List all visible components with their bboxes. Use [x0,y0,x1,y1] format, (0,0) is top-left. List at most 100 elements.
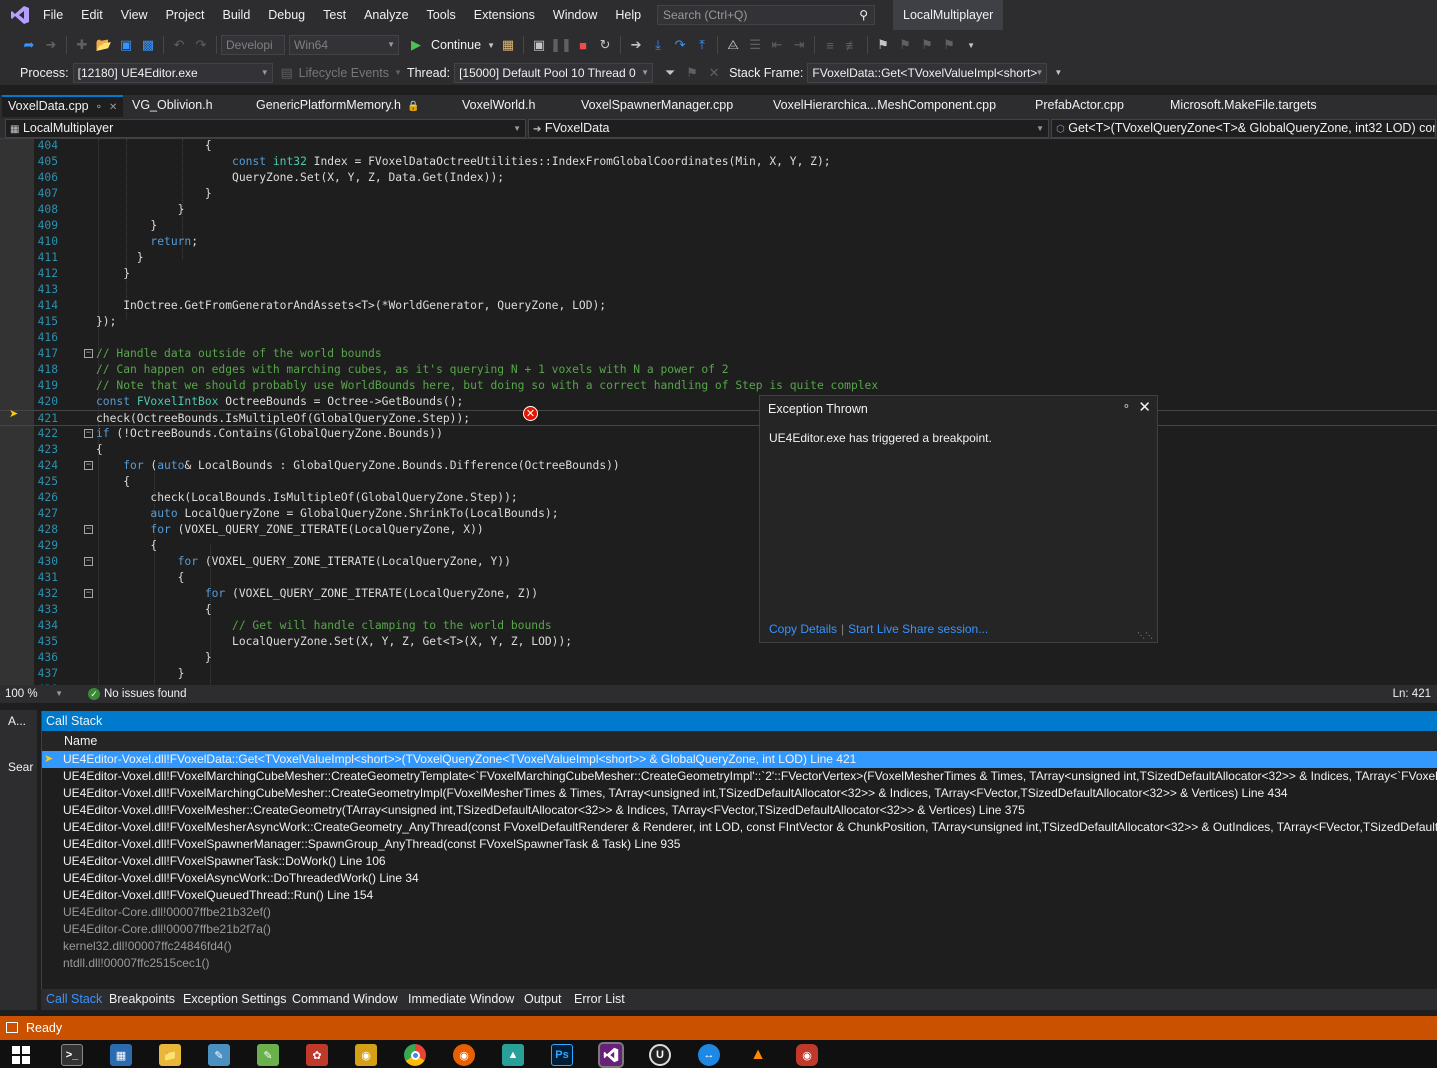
palette-icon[interactable]: ◉ [355,1044,377,1066]
collapse-icon[interactable]: − [84,461,93,470]
navigate-forward-icon[interactable]: ➜ [40,34,62,56]
menu-debug[interactable]: Debug [259,0,314,30]
code-line[interactable]: 422 − if (!OctreeBounds.Contains(GlobalQue… [0,426,1437,442]
autos-tab[interactable]: A... [8,714,26,728]
comment-icon[interactable]: ≡ [819,34,841,56]
code-line[interactable]: 404 { [0,139,1437,154]
call-stack-row[interactable]: UE4Editor-Voxel.dll!FVoxelMesherAsyncWor… [42,819,1437,836]
code-line[interactable]: 411 } [0,250,1437,266]
code-line[interactable]: 433 { [0,602,1437,618]
call-stack-row[interactable]: UE4Editor-Core.dll!00007ffbe21b32ef() [42,904,1437,921]
menu-window[interactable]: Window [544,0,606,30]
next-bookmark-icon[interactable]: ⚑ [916,34,938,56]
toolbar-overflow-icon[interactable]: ▼ [1047,62,1069,84]
tab-breakpoints[interactable]: Breakpoints [109,989,175,1010]
show-next-statement-icon[interactable]: ➔ [625,34,647,56]
code-line[interactable]: 424 − for (auto& LocalBounds : GlobalQuer… [0,458,1437,474]
flag-threads-icon[interactable]: ⚑ [681,62,703,84]
copy-details-link[interactable]: Copy Details [769,622,837,636]
save-icon[interactable]: ▣ [115,34,137,56]
bookmark-icon[interactable]: ⚑ [872,34,894,56]
code-editor[interactable]: 404 {405 const int32 Index = FVoxelDataO… [0,139,1437,685]
project-combo[interactable]: ▦ LocalMultiplayer ▼ [5,119,526,138]
tab-exception-settings[interactable]: Exception Settings [183,989,287,1010]
uncomment-icon[interactable]: ≢ [841,34,863,56]
code-line[interactable]: 410 return; [0,234,1437,250]
notepad-icon[interactable]: ✎ [208,1044,230,1066]
live-share-link[interactable]: Start Live Share session... [848,622,988,636]
attach-process-icon[interactable]: ▦ [497,34,519,56]
code-line[interactable]: 428 − for (VOXEL_QUERY_ZONE_ITERATE(Local… [0,522,1437,538]
call-stack-row[interactable]: UE4Editor-Core.dll!00007ffbe21b2f7a() [42,921,1437,938]
tab-vg-oblivion-h[interactable]: VG_Oblivion.h [126,95,219,117]
menu-view[interactable]: View [112,0,157,30]
tab-voxelworld-h[interactable]: VoxelWorld.h [456,95,541,117]
platform-combo[interactable]: Win64 ▼ [289,35,399,55]
new-project-icon[interactable]: ✚ [71,34,93,56]
lifecycle-events-combo[interactable]: Lifecycle Events [295,66,393,80]
clear-bookmarks-icon[interactable]: ⚑ [938,34,960,56]
call-stack-row[interactable]: UE4Editor-Voxel.dll!FVoxelSpawnerManager… [42,836,1437,853]
restart-icon[interactable]: ↻ [594,34,616,56]
code-line[interactable]: 423 { [0,442,1437,458]
stop-debugging-icon[interactable]: ■ [572,34,594,56]
tab-voxelhierarchical-mesh-cpp[interactable]: VoxelHierarchica...MeshComponent.cpp [767,95,1002,117]
thread-icon[interactable]: ☰ [744,34,766,56]
code-line[interactable]: 430 − for (VOXEL_QUERY_ZONE_ITERATE(Local… [0,554,1437,570]
chevron-down-icon[interactable]: ▼ [485,34,497,56]
process-combo[interactable]: [12180] UE4Editor.exe ▼ [72,62,273,83]
toolbar-overflow-icon[interactable]: ▼ [960,34,982,56]
column-header-name[interactable]: Name [42,731,1437,751]
code-line[interactable]: 434 // Get will handle clamping to the w… [0,618,1437,634]
tab-prefabactor-cpp[interactable]: PrefabActor.cpp [1029,95,1130,117]
menu-tools[interactable]: Tools [418,0,465,30]
configuration-combo[interactable]: Developi [221,35,285,55]
tab-error-list[interactable]: Error List [574,989,625,1010]
menu-extensions[interactable]: Extensions [465,0,544,30]
windows-start-icon[interactable] [10,1044,32,1066]
call-stack-row[interactable]: UE4Editor-Voxel.dll!FVoxelMesher::Create… [42,802,1437,819]
code-line[interactable]: 406 QueryZone.Set(X, Y, Z, Data.Get(Inde… [0,170,1437,186]
code-line[interactable]: 426 check(LocalBounds.IsMultipleOf(Globa… [0,490,1437,506]
tab-command-window[interactable]: Command Window [292,989,398,1010]
menu-project[interactable]: Project [157,0,214,30]
resize-grip-icon[interactable]: ⋱⋱ [1137,631,1153,640]
code-line[interactable]: 419 // Note that we should probably use W… [0,378,1437,394]
menu-analyze[interactable]: Analyze [355,0,417,30]
code-line[interactable]: 418 // Can happen on edges with marching … [0,362,1437,378]
firefox-icon[interactable]: ◉ [453,1044,475,1066]
continue-button[interactable]: Continue [427,38,485,52]
game-app-icon[interactable]: ◉ [796,1044,818,1066]
collapse-icon[interactable]: − [84,557,93,566]
clear-flags-icon[interactable]: ✕ [703,62,725,84]
undo-icon[interactable]: ↶ [168,34,190,56]
collapse-icon[interactable]: − [84,349,93,358]
call-stack-row[interactable]: UE4Editor-Voxel.dll!FVoxelQueuedThread::… [42,887,1437,904]
call-stack-row[interactable]: UE4Editor-Voxel.dll!FVoxelMarchingCubeMe… [42,785,1437,802]
code-line[interactable]: 421 check(OctreeBounds.IsMultipleOf(Globa… [0,410,1437,426]
call-stack-row[interactable]: ➤ UE4Editor-Voxel.dll!FVoxelData::Get<TVo… [42,751,1437,768]
code-line[interactable]: 405 const int32 Index = FVoxelDataOctree… [0,154,1437,170]
menu-edit[interactable]: Edit [72,0,112,30]
hex-display-icon[interactable]: ⨺ [722,34,744,56]
chevron-down-icon[interactable]: ▼ [393,62,403,84]
code-line[interactable]: 413 [0,282,1437,298]
code-line[interactable]: 431 { [0,570,1437,586]
collapse-icon[interactable]: − [84,525,93,534]
code-line[interactable]: 429 { [0,538,1437,554]
open-file-icon[interactable]: 📂 [93,34,115,56]
code-line[interactable]: 432 − for (VOXEL_QUERY_ZONE_ITERATE(Local… [0,586,1437,602]
code-line[interactable]: 407 } [0,186,1437,202]
code-line[interactable]: 420 const FVoxelIntBox OctreeBounds = Oct… [0,394,1437,410]
visual-studio-icon[interactable] [598,1042,624,1068]
search-tab[interactable]: Sear [8,760,33,774]
code-line[interactable]: 415}); [0,314,1437,330]
step-into-icon[interactable]: ⤓ [647,34,669,56]
teamviewer-icon[interactable]: ↔ [698,1044,720,1066]
collapse-icon[interactable]: − [84,589,93,598]
mountain-app-icon[interactable]: ▲ [502,1044,524,1066]
scope-combo[interactable]: ➔ FVoxelData ▼ [528,119,1049,138]
call-stack-row[interactable]: UE4Editor-Voxel.dll!FVoxelMarchingCubeMe… [42,768,1437,785]
code-line[interactable]: 427 auto LocalQueryZone = GlobalQueryZon… [0,506,1437,522]
code-line[interactable]: 416 [0,330,1437,346]
